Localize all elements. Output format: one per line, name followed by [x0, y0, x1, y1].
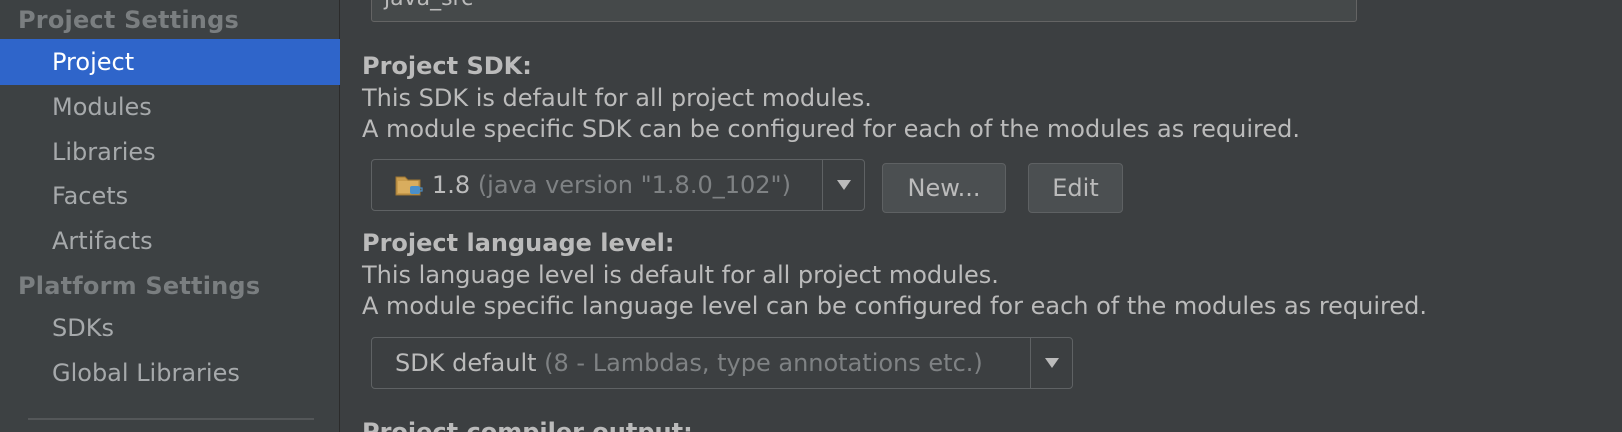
sidebar-item-label: Project: [52, 48, 135, 76]
sidebar-item-label: SDKs: [52, 314, 114, 342]
project-name-field[interactable]: java_src: [371, 0, 1357, 22]
language-level-description-1: This language level is default for all p…: [362, 261, 999, 289]
sidebar-item-libraries[interactable]: Libraries: [0, 129, 340, 175]
sidebar-item-label: Modules: [52, 93, 152, 121]
sidebar-item-label: Facets: [52, 182, 129, 210]
section-header-platform-settings: Platform Settings: [18, 272, 261, 300]
section-header-project-settings: Project Settings: [18, 6, 239, 34]
sdk-version-detail: (java version "1.8.0_102"): [477, 171, 791, 199]
project-sdk-description-1: This SDK is default for all project modu…: [362, 84, 872, 112]
sidebar-item-sdks[interactable]: SDKs: [0, 305, 340, 351]
project-sdk-description-2: A module specific SDK can be configured …: [362, 115, 1301, 143]
sidebar-divider: [28, 418, 314, 420]
language-level-detail: (8 - Lambdas, type annotations etc.): [544, 349, 983, 377]
compiler-output-label: Project compiler output:: [362, 418, 693, 432]
sidebar-item-project[interactable]: Project: [0, 39, 340, 85]
sidebar-item-global-libraries[interactable]: Global Libraries: [0, 350, 340, 396]
language-level-description-2: A module specific language level can be …: [362, 292, 1427, 320]
sidebar-item-label: Global Libraries: [52, 359, 240, 387]
project-settings-panel: java_src Project SDK: This SDK is defaul…: [341, 0, 1622, 432]
project-sdk-combo[interactable]: 1.8 (java version "1.8.0_102"): [371, 159, 865, 211]
sdk-version: 1.8: [432, 171, 471, 199]
language-level-value: SDK default: [395, 349, 537, 377]
chevron-down-icon[interactable]: [1030, 338, 1072, 388]
project-name-value: java_src: [384, 0, 473, 11]
sidebar-item-label: Artifacts: [52, 227, 153, 255]
language-level-combo[interactable]: SDK default (8 - Lambdas, type annotatio…: [371, 337, 1073, 389]
project-sdk-label: Project SDK:: [362, 52, 532, 80]
new-sdk-button[interactable]: New...: [882, 163, 1006, 213]
sidebar: Project Settings Project Modules Librari…: [0, 0, 340, 432]
sdk-folder-icon: [394, 172, 424, 198]
sidebar-item-label: Libraries: [52, 138, 156, 166]
sidebar-item-artifacts[interactable]: Artifacts: [0, 218, 340, 264]
language-level-label: Project language level:: [362, 229, 675, 257]
project-structure-dialog: Project Settings Project Modules Librari…: [0, 0, 1622, 432]
edit-sdk-button[interactable]: Edit: [1028, 163, 1123, 213]
chevron-down-icon[interactable]: [822, 160, 864, 210]
sidebar-item-modules[interactable]: Modules: [0, 84, 340, 130]
sidebar-item-facets[interactable]: Facets: [0, 173, 340, 219]
